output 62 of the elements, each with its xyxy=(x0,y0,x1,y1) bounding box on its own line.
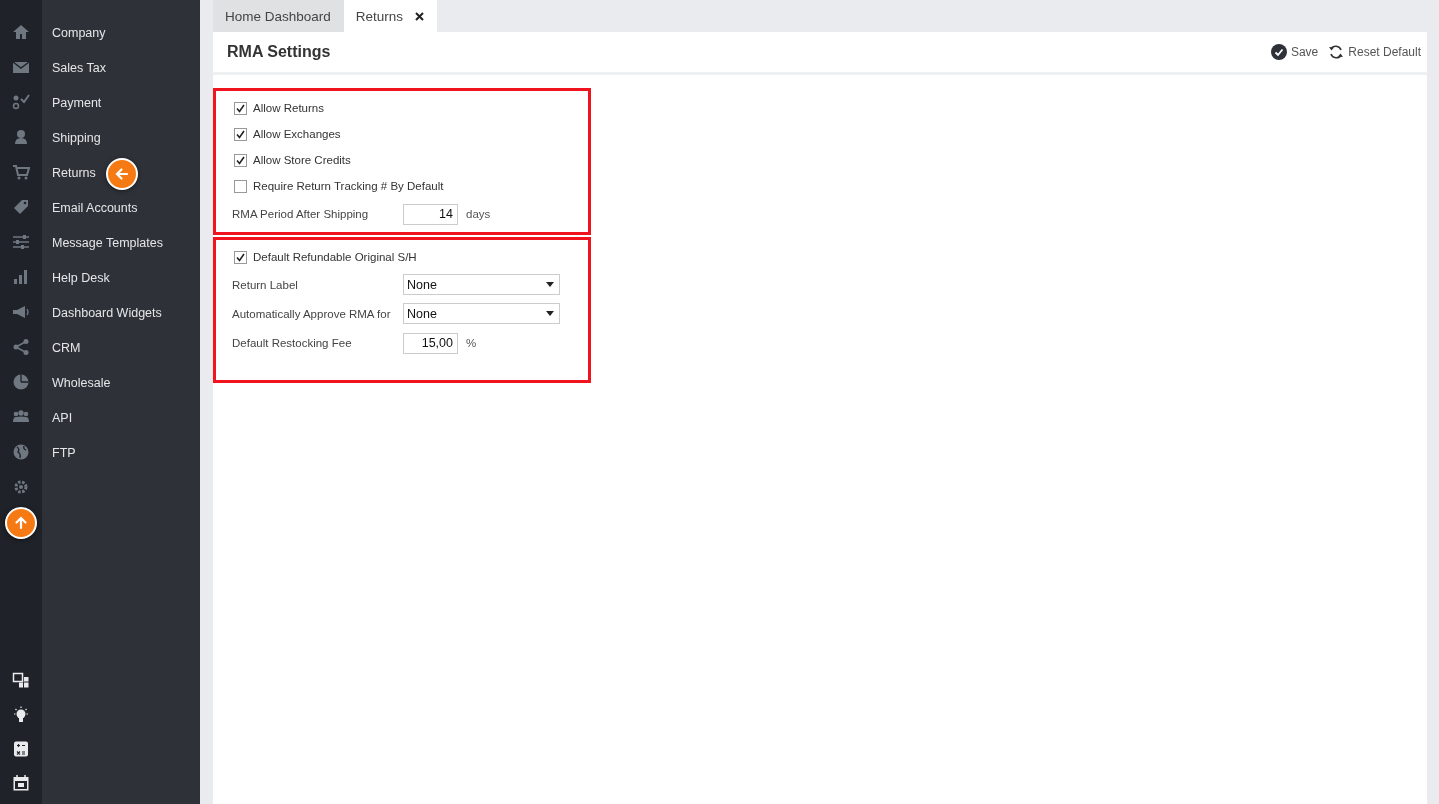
refresh-icon xyxy=(1328,44,1345,60)
sidebar-item[interactable]: Payment xyxy=(52,94,102,112)
reset-button[interactable]: Reset Default xyxy=(1328,44,1421,60)
unit-label: % xyxy=(466,337,477,349)
checklist-icon[interactable] xyxy=(12,93,30,111)
cart-icon[interactable] xyxy=(12,163,30,181)
number-field[interactable]: 14 xyxy=(403,203,458,225)
field-label: Automatically Approve RMA for xyxy=(232,307,392,320)
user-icon[interactable] xyxy=(12,128,30,146)
window-tiles-icon[interactable] xyxy=(12,672,30,690)
close-icon[interactable] xyxy=(415,11,425,21)
checkbox[interactable] xyxy=(234,101,247,115)
sidebar-item[interactable]: Shipping xyxy=(52,129,101,147)
bar-chart-icon[interactable] xyxy=(12,268,30,286)
dropdown[interactable]: None xyxy=(403,303,560,324)
scroll-up-button[interactable] xyxy=(5,507,37,539)
arrow-left-icon xyxy=(114,167,129,181)
unit-label: days xyxy=(466,208,491,220)
checkbox[interactable] xyxy=(234,127,247,141)
sliders-icon[interactable] xyxy=(12,233,30,251)
sidebar-item[interactable]: Sales Tax xyxy=(52,59,106,77)
sidebar-item[interactable]: Message Templates xyxy=(52,234,163,252)
pie-chart-icon[interactable] xyxy=(12,373,30,391)
sidebar-item[interactable]: Help Desk xyxy=(52,269,110,287)
checkbox[interactable] xyxy=(234,153,247,167)
sidebar-item[interactable]: Dashboard Widgets xyxy=(52,304,162,322)
globe-icon[interactable] xyxy=(12,443,30,461)
sidebar-item[interactable]: Email Accounts xyxy=(52,199,138,217)
arrow-up-icon xyxy=(14,516,28,530)
sidebar-item[interactable]: Company xyxy=(52,24,106,42)
number-field[interactable]: 15,00 xyxy=(403,332,458,354)
lightbulb-icon[interactable] xyxy=(12,706,30,724)
gear-icon[interactable] xyxy=(12,478,30,496)
tab[interactable]: Home Dashboard xyxy=(213,0,344,32)
checkbox-label: Require Return Tracking # By Default xyxy=(253,180,444,192)
checkbox[interactable] xyxy=(234,179,247,193)
checkbox-label: Allow Exchanges xyxy=(253,128,341,140)
sidebar-item[interactable]: CRM xyxy=(52,339,81,357)
checkbox[interactable] xyxy=(234,250,247,264)
sidebar-item[interactable]: API xyxy=(52,409,73,427)
field-label: RMA Period After Shipping xyxy=(232,208,370,220)
megaphone-icon[interactable] xyxy=(12,303,30,321)
caret-icon xyxy=(546,282,554,287)
sidebar-item[interactable]: Wholesale xyxy=(52,374,111,392)
sidebar-item[interactable]: FTP xyxy=(52,444,76,462)
home-icon[interactable] xyxy=(12,23,30,41)
save-button[interactable]: Save xyxy=(1270,44,1319,60)
dropdown[interactable]: None xyxy=(403,274,560,295)
sidebar-item[interactable]: Returns xyxy=(52,164,96,182)
tab[interactable]: Returns xyxy=(343,0,438,32)
checkbox-label: Allow Store Credits xyxy=(253,154,351,166)
tag-icon[interactable] xyxy=(12,198,30,216)
share-icon[interactable] xyxy=(12,338,30,356)
field-label: Return Label xyxy=(232,278,299,291)
checkbox-label: Default Refundable Original S/H xyxy=(253,251,417,263)
calculator-icon[interactable] xyxy=(12,740,30,758)
caret-icon xyxy=(546,311,554,316)
checkbox-label: Allow Returns xyxy=(253,102,324,114)
field-label: Default Restocking Fee xyxy=(232,337,353,349)
page-title: RMA Settings xyxy=(227,43,332,61)
check-circle-icon xyxy=(1270,44,1287,60)
calendar-icon[interactable] xyxy=(12,774,30,792)
